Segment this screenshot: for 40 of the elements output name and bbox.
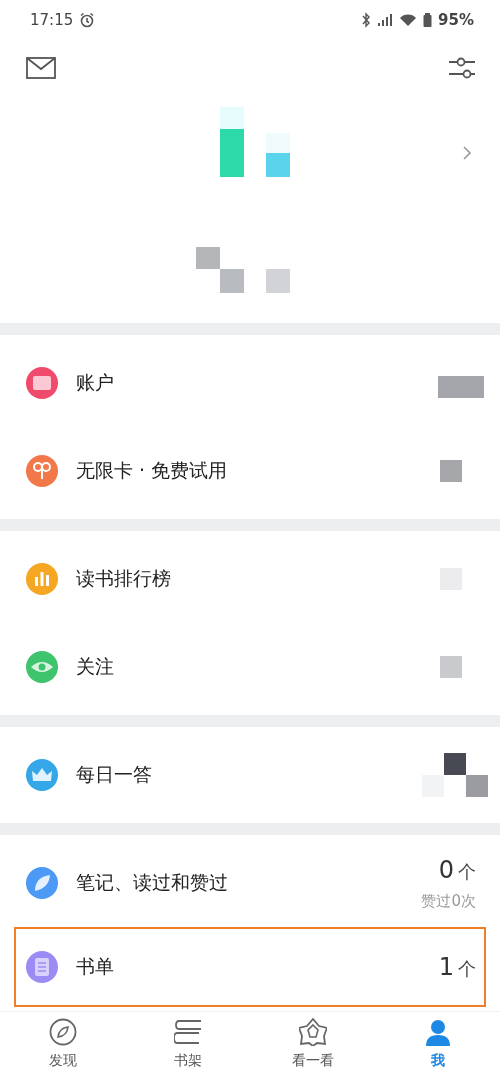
bluetooth-icon xyxy=(361,12,372,29)
menu-label: 读书排行榜 xyxy=(76,566,172,592)
count-unit: 个 xyxy=(458,957,476,982)
menu-label: 无限卡 · 免费试用 xyxy=(76,458,229,484)
nav-tab[interactable]: 我 xyxy=(375,1012,500,1084)
menu-item[interactable]: 无限卡 · 免费试用 xyxy=(0,427,500,516)
status-time: 17:15 xyxy=(30,11,74,30)
alarm-icon xyxy=(79,12,96,29)
battery-level: 95% xyxy=(438,11,474,30)
item-count: 1 xyxy=(438,953,454,982)
menu-item[interactable]: 笔记、读过和赞过 0 个 赞过0次 xyxy=(0,839,500,928)
nav-tab[interactable]: 书架 xyxy=(125,1012,250,1084)
pixelated-drawing xyxy=(422,753,488,798)
signal-icon xyxy=(377,12,394,29)
item-subtext: 赞过0次 xyxy=(421,891,476,911)
menu-label: 关注 xyxy=(76,654,115,680)
mail-button[interactable] xyxy=(24,54,58,81)
person-icon xyxy=(423,1018,452,1047)
bookshelf-icon xyxy=(173,1018,202,1047)
pixelated-drawing xyxy=(440,656,462,679)
menu-label: 书单 xyxy=(76,954,115,980)
menu-item[interactable]: 账户 xyxy=(0,339,500,428)
nav-tab[interactable]: 看一看 xyxy=(250,1012,375,1084)
menu-label: 笔记、读过和赞过 xyxy=(76,870,229,896)
wifi-icon xyxy=(399,12,418,29)
menu-item[interactable]: 读书排行榜 xyxy=(0,535,500,624)
menu-label: 每日一答 xyxy=(76,762,153,788)
pixelated-drawing xyxy=(440,460,462,483)
item-count: 0 xyxy=(438,855,454,884)
chevron-right-icon xyxy=(462,145,472,162)
sliders-icon xyxy=(448,55,476,80)
menu-item[interactable]: 书单 1 个 xyxy=(14,927,486,1008)
battery-icon xyxy=(423,12,433,29)
menu-item[interactable]: 每日一答 xyxy=(0,731,500,820)
menu-item[interactable]: 关注 xyxy=(0,623,500,712)
nav-tab[interactable]: 发现 xyxy=(0,1012,125,1084)
menu-label: 账户 xyxy=(76,370,115,396)
count-unit: 个 xyxy=(458,859,476,884)
compass-icon xyxy=(48,1018,77,1047)
mail-icon xyxy=(26,56,56,79)
